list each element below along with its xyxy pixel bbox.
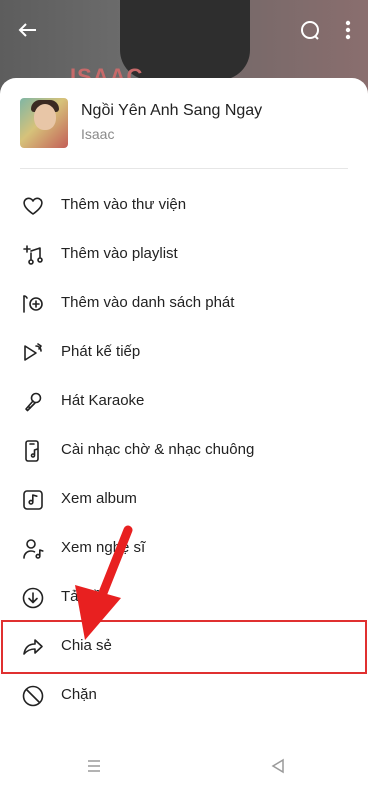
heart-icon	[20, 193, 46, 219]
system-nav-bar	[0, 740, 368, 792]
recents-button[interactable]	[82, 754, 106, 778]
song-artist: Isaac	[81, 126, 115, 142]
menu-item-karaoke[interactable]: Hát Karaoke	[0, 377, 368, 426]
divider	[20, 168, 348, 169]
album-art	[20, 98, 68, 148]
menu-item-label: Thêm vào playlist	[61, 245, 178, 262]
menu-item-download[interactable]: Tải về	[0, 573, 368, 622]
triangle-back-icon	[271, 758, 284, 774]
menu-item-label: Xem album	[61, 490, 137, 507]
play-next-icon	[20, 340, 46, 366]
menu-item-label: Thêm vào thư viện	[61, 196, 187, 213]
menu-item-label: Thêm vào danh sách phát	[61, 294, 235, 311]
add-to-playlist-icon	[20, 242, 46, 268]
menu-item-view-album[interactable]: Xem album	[0, 475, 368, 524]
menu-item-share[interactable]: Chia sẻ	[0, 622, 368, 671]
menu-lines-icon	[88, 760, 100, 772]
menu-item-label: Xem nghệ sĩ	[61, 539, 146, 556]
song-title: Ngồi Yên Anh Sang Ngay	[81, 102, 263, 119]
arrow-left-icon	[18, 23, 36, 37]
menu-item-label: Chặn	[61, 686, 97, 703]
menu-item-ringtone[interactable]: Cài nhạc chờ & nhạc chuông	[0, 426, 368, 475]
menu-item-label: Hát Karaoke	[61, 392, 145, 409]
menu-item-label: Phát kế tiếp	[61, 343, 141, 360]
block-icon	[20, 683, 46, 709]
more-vertical-icon	[345, 20, 351, 40]
search-icon	[301, 21, 319, 40]
album-icon	[20, 487, 46, 513]
share-icon	[20, 634, 46, 660]
menu-item-label: Tải về	[61, 588, 102, 605]
search-button[interactable]	[294, 14, 326, 46]
options-menu: Thêm vào thư viện Thêm vào playlist Thêm…	[0, 181, 368, 720]
menu-item-add-library[interactable]: Thêm vào thư viện	[0, 181, 368, 230]
microphone-icon	[20, 389, 46, 415]
back-button[interactable]	[12, 14, 44, 46]
more-options-button[interactable]	[332, 14, 364, 46]
menu-item-label: Chia sẻ	[61, 637, 112, 654]
back-nav-button[interactable]	[266, 754, 290, 778]
ringtone-icon	[20, 438, 46, 464]
menu-item-add-queue[interactable]: Thêm vào danh sách phát	[0, 279, 368, 328]
menu-item-add-playlist[interactable]: Thêm vào playlist	[0, 230, 368, 279]
artist-icon	[20, 536, 46, 562]
menu-item-view-artist[interactable]: Xem nghệ sĩ	[0, 524, 368, 573]
menu-item-play-next[interactable]: Phát kế tiếp	[0, 328, 368, 377]
menu-item-block[interactable]: Chặn	[0, 671, 368, 720]
add-to-queue-icon	[20, 291, 46, 317]
menu-item-label: Cài nhạc chờ & nhạc chuông	[61, 441, 255, 458]
top-bar	[0, 0, 368, 60]
options-sheet: Ngồi Yên Anh Sang Ngay Isaac Thêm vào th…	[0, 78, 368, 792]
song-header: Ngồi Yên Anh Sang Ngay Isaac	[20, 98, 348, 150]
download-icon	[20, 585, 46, 611]
